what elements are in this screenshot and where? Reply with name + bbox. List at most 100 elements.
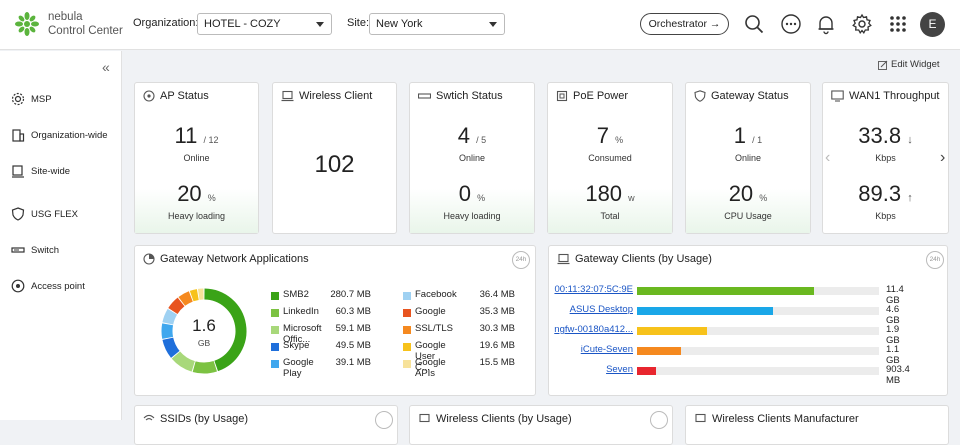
laptop-icon (557, 253, 570, 265)
donut-slice-ssl-tls[interactable] (182, 296, 191, 301)
site-icon (11, 164, 25, 178)
sidebar-item-msp[interactable]: MSP (11, 92, 52, 106)
usage-bar-fill (637, 307, 773, 315)
site-select[interactable]: New York (369, 13, 505, 35)
legend-label: SSL/TLS (415, 323, 453, 334)
sidebar-item-label: Access point (31, 281, 85, 292)
legend-swatch (403, 292, 411, 300)
legend-value: 280.7 MB (311, 289, 371, 300)
timerange-badge[interactable] (375, 411, 393, 429)
sidebar-item-access-point[interactable]: Access point (11, 279, 85, 293)
collapse-sidebar-icon[interactable]: « (102, 59, 110, 75)
donut-total-unit: GB (159, 338, 249, 348)
legend-label: SMB2 (283, 289, 309, 300)
ap-heavy-loading-value: 20 % (135, 181, 258, 207)
card-title: SSIDs (by Usage) (160, 413, 248, 425)
edit-icon (878, 60, 888, 70)
switch-icon (418, 90, 431, 102)
prev-arrow-icon[interactable]: ‹ (825, 149, 830, 167)
legend-swatch (271, 343, 279, 351)
sidebar-item-label: MSP (31, 94, 52, 105)
bell-icon[interactable] (815, 13, 837, 35)
client-usage-value: 4.6 GB (886, 304, 900, 326)
more-icon[interactable] (780, 13, 802, 35)
switch-online-label: Online (410, 153, 534, 163)
wireless-client-card[interactable]: Wireless Client 102 (272, 82, 397, 234)
usage-bar-fill (637, 367, 656, 375)
card-title: Gateway Status (711, 90, 789, 102)
apps-grid-icon[interactable] (887, 13, 909, 35)
edit-widget-button[interactable]: Edit Widget (878, 59, 940, 70)
legend-swatch (271, 360, 279, 368)
power-icon (556, 90, 568, 102)
switch-status-card[interactable]: Swtich Status 4 / 5 Online 0 % Heavy loa… (409, 82, 535, 234)
building-icon (11, 128, 25, 142)
client-name-link[interactable]: Seven (551, 364, 633, 375)
sidebar-item-site-wide[interactable]: Site-wide (11, 164, 70, 178)
legend-swatch (403, 326, 411, 334)
switch-icon (11, 243, 25, 257)
poe-consumed-value: 7 % (548, 123, 672, 149)
switch-heavy-loading-value: 0 % (410, 181, 534, 207)
donut-total-value: 1.6 (159, 316, 249, 336)
legend-swatch (403, 343, 411, 351)
usage-bar-fill (637, 287, 814, 295)
usage-bar-fill (637, 347, 681, 355)
sidebar-item-organization-wide[interactable]: Organization-wide (11, 128, 108, 142)
next-arrow-icon[interactable]: › (940, 149, 945, 167)
card-title: Gateway Network Applications (160, 253, 309, 265)
timerange-24h-badge[interactable]: 24h (512, 251, 530, 269)
poe-power-card[interactable]: PoE Power 7 % Consumed 180 w Total (547, 82, 673, 234)
monitor-icon (831, 90, 844, 102)
site-value: New York (376, 18, 422, 30)
ap-status-card[interactable]: AP Status 11 / 12 Online 20 % Heavy load… (134, 82, 259, 234)
nebula-logo[interactable]: nebula Control Center (14, 10, 123, 38)
access-point-icon (11, 279, 25, 293)
donut-slice-microsoft-offic[interactable] (176, 355, 193, 366)
gateway-online-label: Online (686, 153, 810, 163)
donut-slice-google-user-c[interactable] (192, 295, 198, 297)
client-usage-value: 11.4 GB (886, 284, 904, 306)
brand-line1: nebula (48, 10, 123, 24)
wan-download-unit: Kbps (823, 153, 948, 163)
gateway-clients-card[interactable]: Gateway Clients (by Usage) 24h 00:11:32:… (548, 245, 948, 396)
donut-slice-linkedin[interactable] (194, 366, 215, 368)
wireless-clients-manufacturer-card[interactable]: Wireless Clients Manufacturer (685, 405, 949, 445)
client-name-link[interactable]: ASUS Desktop (551, 304, 633, 315)
card-title: Swtich Status (436, 90, 503, 102)
donut-slice-google[interactable] (173, 302, 181, 311)
wan1-throughput-card[interactable]: WAN1 Throughput 33.8 ↓ Kbps 89.3 ↑ Kbps … (822, 82, 949, 234)
client-name-link[interactable]: iCute-Seven (551, 344, 633, 355)
wan-download-value: 33.8 ↓ (823, 123, 948, 149)
orchestrator-button[interactable]: Orchestrator → (640, 13, 729, 35)
timerange-24h-badge[interactable]: 24h (926, 251, 944, 269)
usage-bar-fill (637, 327, 707, 335)
legend-value: 39.1 MB (311, 357, 371, 368)
sidebar-item-usg-flex[interactable]: USG FLEX (11, 207, 78, 221)
laptop-icon (418, 413, 431, 425)
user-avatar[interactable]: E (920, 12, 945, 37)
search-icon[interactable] (743, 13, 765, 35)
client-name-link[interactable]: ngfw-00180a412... (551, 324, 633, 335)
legend-value: 49.5 MB (311, 340, 371, 351)
nebula-logo-icon (14, 11, 40, 37)
ssids-card[interactable]: SSIDs (by Usage) (134, 405, 398, 445)
brand-line2: Control Center (48, 24, 123, 38)
client-name-link[interactable]: 00:11:32:07:5C:9E (551, 284, 633, 295)
card-title: Gateway Clients (by Usage) (575, 253, 712, 265)
timerange-badge[interactable] (650, 411, 668, 429)
gear-icon[interactable] (851, 13, 873, 35)
wireless-clients-usage-card[interactable]: Wireless Clients (by Usage) (409, 405, 673, 445)
organization-label: Organization: (133, 17, 198, 29)
legend-value: 30.3 MB (455, 323, 515, 334)
organization-select[interactable]: HOTEL - COZY (197, 13, 332, 35)
sidebar: « MSP Organization-wide Site-wide USG FL… (0, 51, 122, 420)
top-header: nebula Control Center Organization: HOTE… (0, 0, 960, 50)
gateway-network-applications-card[interactable]: Gateway Network Applications 24h 1.6 GB … (134, 245, 536, 396)
gateway-status-card[interactable]: Gateway Status 1 / 1 Online 20 % CPU Usa… (685, 82, 811, 234)
client-usage-value: 1.9 GB (886, 324, 900, 346)
legend-swatch (271, 309, 279, 317)
gateway-online-count: 1 / 1 (686, 123, 810, 149)
card-title: Wireless Clients (by Usage) (436, 413, 572, 425)
sidebar-item-switch[interactable]: Switch (11, 243, 59, 257)
